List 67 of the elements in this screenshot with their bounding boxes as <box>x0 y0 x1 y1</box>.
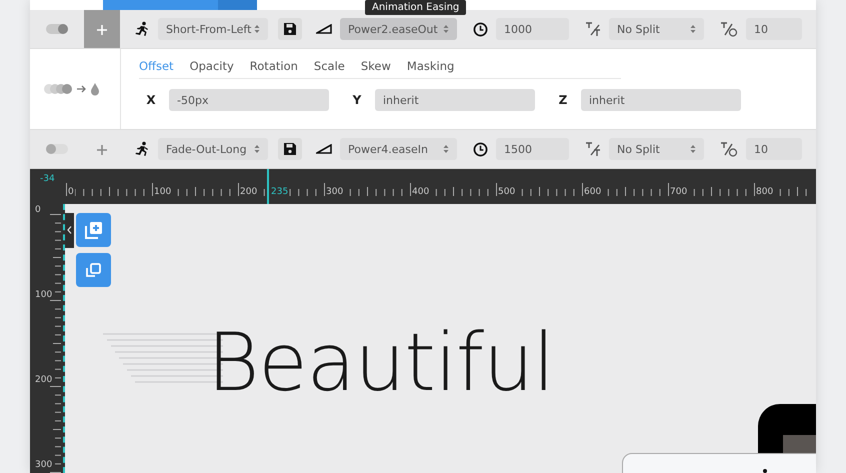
duplicate-icon <box>84 261 102 279</box>
easing-ramp-icon <box>316 144 332 154</box>
offset-field[interactable]: inherit <box>375 89 535 111</box>
split-select[interactable]: No Split <box>609 138 704 160</box>
text-split-icon <box>585 21 601 37</box>
property-tab[interactable]: Opacity <box>190 59 234 73</box>
easing-select[interactable]: Power2.easeOut <box>340 18 457 40</box>
dropdown-caret-icon <box>690 144 696 154</box>
ruler-label: 200 <box>239 187 258 197</box>
property-tab[interactable]: Scale <box>314 59 345 73</box>
property-tab[interactable]: Rotation <box>250 59 298 73</box>
plus-icon <box>97 144 107 154</box>
ruler-label: 700 <box>669 187 688 197</box>
headline-text: Beautiful <box>207 316 554 409</box>
dropdown-caret-icon <box>254 144 260 154</box>
axis-label: Z <box>558 93 568 107</box>
ruler-label: 600 <box>583 187 602 197</box>
ruler-label: 100 <box>34 290 54 300</box>
easing-select[interactable]: Power4.easeIn <box>340 138 457 160</box>
dropdown-caret-icon <box>443 24 449 34</box>
duration-field[interactable]: 1500 <box>496 138 569 160</box>
running-person-icon <box>134 21 150 37</box>
ruler-label: 0 <box>67 187 75 197</box>
duration-field[interactable]: 1000 <box>496 18 569 40</box>
offset-field[interactable]: inherit <box>581 89 741 111</box>
text-delay-icon <box>720 21 738 37</box>
ruler-label: 0 <box>34 205 42 215</box>
ruler-label: -34 <box>39 174 56 184</box>
split-delay-field[interactable]: 10 <box>746 18 802 40</box>
ruler-label: 400 <box>411 187 430 197</box>
ruler-label: 800 <box>755 187 774 197</box>
dropdown-caret-icon <box>254 24 260 34</box>
transition-select[interactable]: Short-From-Left <box>158 18 268 40</box>
duplicate-button[interactable] <box>76 253 111 287</box>
ruler-label: 100 <box>153 187 172 197</box>
toggle-switch[interactable] <box>46 24 68 34</box>
ruler-label: 300 <box>325 187 344 197</box>
offset-field[interactable]: -50px <box>169 89 329 111</box>
clock-icon <box>473 22 488 36</box>
transition-select[interactable]: Fade-Out-Long <box>158 138 268 160</box>
ruler-marker-label: 235 <box>270 187 290 197</box>
split-delay-field[interactable]: 10 <box>746 138 802 160</box>
property-tab[interactable]: Offset <box>139 59 174 73</box>
clock-icon <box>473 142 488 156</box>
text-delay-icon <box>720 141 738 157</box>
add-layer-icon <box>84 220 104 240</box>
dropdown-caret-icon <box>690 24 696 34</box>
dropdown-caret-icon <box>443 144 449 154</box>
tooltip: Animation Easing <box>365 0 466 15</box>
plus-icon <box>97 24 107 34</box>
split-select[interactable]: No Split <box>609 18 704 40</box>
ruler-label: 500 <box>497 187 516 197</box>
easing-ramp-icon <box>316 24 332 34</box>
add-button[interactable] <box>84 10 120 48</box>
ruler-label: 300 <box>34 460 54 470</box>
collapse-button[interactable] <box>65 213 74 248</box>
chevron-left-icon <box>67 226 72 234</box>
property-tab[interactable]: Masking <box>406 59 454 73</box>
property-tab[interactable]: Skew <box>360 59 391 73</box>
ruler-label: 200 <box>34 375 54 385</box>
running-person-icon <box>134 141 150 157</box>
toggle-switch[interactable] <box>46 144 68 154</box>
axis-label: Y <box>352 93 362 107</box>
axis-label: X <box>145 93 157 107</box>
text-split-icon <box>585 141 601 157</box>
save-button[interactable] <box>278 138 302 160</box>
save-button[interactable] <box>278 18 302 40</box>
